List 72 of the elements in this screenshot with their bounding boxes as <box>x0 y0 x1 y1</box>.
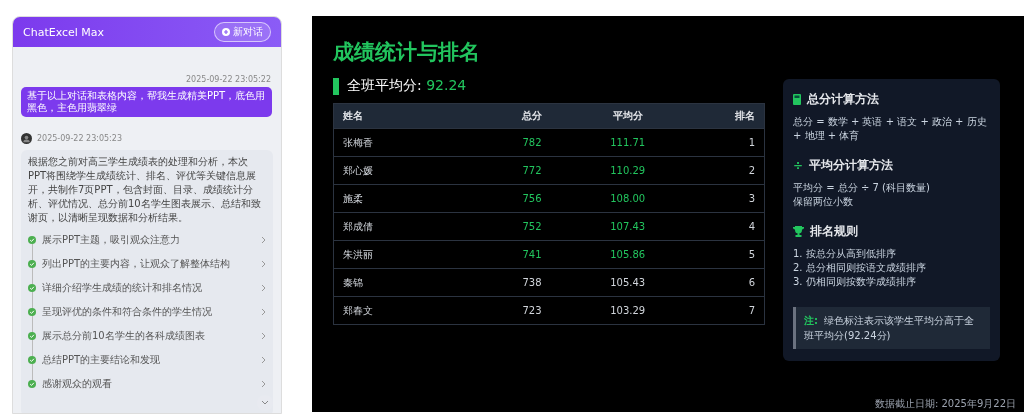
table-cell: 782 <box>492 128 572 157</box>
table-cell: 郑成倩 <box>333 212 492 241</box>
timestamp: 2025-09-22 23:05:22 <box>185 75 271 84</box>
section-text: 2. 总分相同则按语文成绩排序 <box>793 261 927 275</box>
app-title: ChatExcel Max <box>23 25 105 39</box>
section-text: 3. 仍相同则按数学成绩排序 <box>793 275 917 289</box>
chevron-icon <box>261 332 266 340</box>
table-cell: 110.29 <box>571 156 684 185</box>
table-cell: 4 <box>683 212 765 241</box>
step-item[interactable]: 展示PPT主题，吸引观众注意力 <box>28 228 266 252</box>
table-cell: 2 <box>683 156 765 185</box>
column-header: 平均分 <box>571 103 684 129</box>
table-cell: 105.86 <box>571 240 684 269</box>
table-cell: 张梅香 <box>333 128 492 157</box>
table-cell: 107.43 <box>571 212 684 241</box>
footer-date: 数据截止日期: 2025年9月22日 <box>874 398 1016 410</box>
section-text: 总分 = 数学 + 英语 + 语文 + 政治 + 历史 + 地理 + 体育 <box>793 115 988 143</box>
table-cell: 741 <box>492 240 572 269</box>
section-text: 保留两位小数 <box>793 195 854 209</box>
table-cell: 105.43 <box>571 268 684 297</box>
table-cell: 756 <box>492 184 572 213</box>
table-cell: 3 <box>683 184 765 213</box>
step-item[interactable]: 列出PPT的主要内容，让观众了解整体结构 <box>28 252 266 276</box>
column-header: 姓名 <box>333 103 492 129</box>
chevron-icon <box>261 236 266 244</box>
section-text: 1. 按总分从高到低排序 <box>793 247 897 261</box>
user-message: 基于以上对话和表格内容，帮我生成精美PPT，底色用黑色，主色用翡翠绿 <box>21 87 272 117</box>
chevron-icon <box>261 284 266 292</box>
step-item[interactable]: 展示总分前10名学生的各科成绩图表 <box>28 324 266 348</box>
assistant-message: 根据您之前对高三学生成绩表的处理和分析，本次PPT将围绕学生成绩统计、排名、评优等关键信息展开，共制作7页PPT，包含封面、目录、成绩统计分析、评优情况、总分前10名学生图表展示、总结和致谢页，以清晰呈现数据和分析结果。 <box>28 155 262 225</box>
step-item[interactable]: 总结PPT的主要结论和发现 <box>28 348 266 372</box>
section-heading: 平均分计算方法 <box>809 157 894 174</box>
table-cell: 752 <box>492 212 572 241</box>
plus-icon <box>222 28 230 36</box>
chevron-down-icon <box>261 400 269 406</box>
section-text: 平均分 = 总分 ÷ 7 (科目数量) <box>793 181 931 195</box>
section-heading: 总分计算方法 <box>807 91 879 108</box>
table-cell: 723 <box>492 296 572 325</box>
table-cell: 5 <box>683 240 765 269</box>
chevron-icon <box>261 260 266 268</box>
chevron-icon <box>261 308 266 316</box>
trophy-icon <box>793 226 804 237</box>
accent-bar <box>333 77 339 95</box>
table-cell: 朱洪丽 <box>333 240 492 269</box>
table-cell: 738 <box>492 268 572 297</box>
column-header: 总分 <box>492 103 572 129</box>
section-heading: 排名规则 <box>810 223 858 240</box>
step-item[interactable]: 感谢观众的观看 <box>28 372 266 396</box>
table-cell: 施柔 <box>333 184 492 213</box>
table-cell: 103.29 <box>571 296 684 325</box>
column-header: 排名 <box>683 103 765 129</box>
note-text: 注: 绿色标注表示该学生平均分高于全班平均分(92.24分) <box>804 315 974 341</box>
step-item[interactable]: 呈现评优的条件和符合条件的学生情况 <box>28 300 266 324</box>
table-cell: 1 <box>683 128 765 157</box>
table-cell: 772 <box>492 156 572 185</box>
divide-icon: ÷ <box>793 158 804 173</box>
table-cell: 7 <box>683 296 765 325</box>
timestamp: 2025-09-22 23:05:23 <box>37 134 122 143</box>
step-item[interactable]: 详细介绍学生成绩的统计和排名情况 <box>28 276 266 300</box>
table-cell: 108.00 <box>571 184 684 213</box>
table-cell: 郑春文 <box>333 296 492 325</box>
chevron-icon <box>261 380 266 388</box>
table-cell: 6 <box>683 268 765 297</box>
table-cell: 秦锦 <box>333 268 492 297</box>
avatar-icon <box>21 133 32 144</box>
table-cell: 111.71 <box>571 128 684 157</box>
chevron-icon <box>261 356 266 364</box>
table-cell: 郑心媛 <box>333 156 492 185</box>
class-average: 全班平均分: 92.24 <box>347 77 467 95</box>
new-chat-button[interactable]: 新对话 <box>214 22 271 42</box>
slide-title: 成绩统计与排名 <box>333 39 481 66</box>
calculator-icon <box>793 94 801 105</box>
